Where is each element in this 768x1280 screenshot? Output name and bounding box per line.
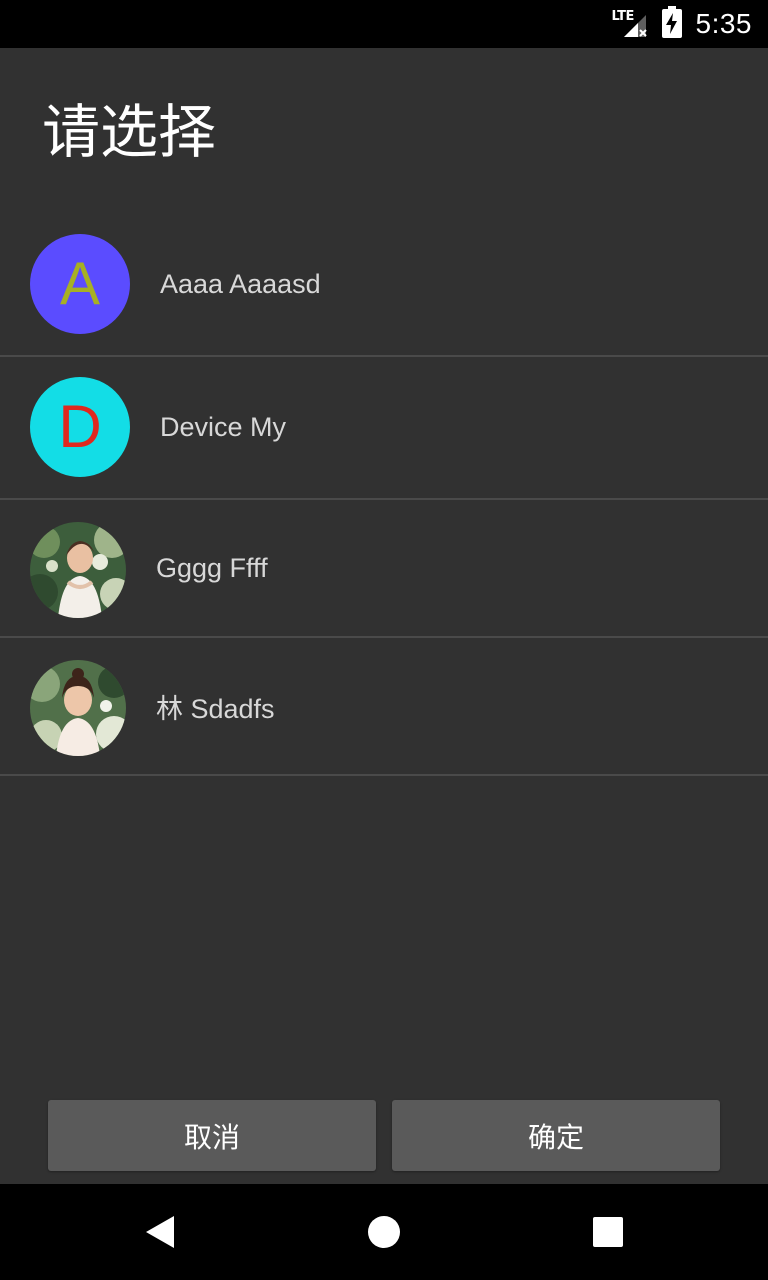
- photo-avatar: [30, 660, 126, 756]
- contact-list: A Aaaa Aaaasd D Device My Gggg Ffff 林 Sd…: [0, 214, 768, 776]
- contact-item-device[interactable]: D Device My: [0, 357, 768, 500]
- screen: LTE 5:35 请选择 A Aaaa Aaaasd D Device My G…: [0, 0, 768, 1280]
- avatar-letter: A: [59, 250, 101, 317]
- battery-charging-icon: [661, 6, 682, 42]
- contact-item-lin[interactable]: 林 Sdadfs: [0, 638, 768, 776]
- home-icon[interactable]: [352, 1200, 416, 1264]
- avatar: A: [30, 234, 130, 334]
- dialog-title: 请选择: [42, 98, 217, 166]
- lte-signal-icon: LTE: [612, 9, 648, 39]
- avatar-letter: D: [58, 393, 102, 460]
- cancel-button[interactable]: 取消: [48, 1100, 376, 1171]
- navigation-bar: [0, 1184, 768, 1280]
- contact-name: Aaaa Aaaasd: [160, 269, 321, 299]
- contact-item-gggg[interactable]: Gggg Ffff: [0, 500, 768, 638]
- photo-avatar: [30, 522, 126, 618]
- back-icon[interactable]: [128, 1200, 192, 1264]
- status-icons: LTE 5:35: [612, 0, 753, 48]
- clock: 5:35: [695, 8, 752, 39]
- recents-icon[interactable]: [576, 1200, 640, 1264]
- contact-item-aaaa[interactable]: A Aaaa Aaaasd: [0, 214, 768, 357]
- contact-name: 林 Sdadfs: [156, 693, 275, 724]
- contact-name: Gggg Ffff: [156, 552, 268, 583]
- status-bar: LTE 5:35: [0, 0, 768, 48]
- confirm-button[interactable]: 确定: [392, 1100, 720, 1171]
- contact-name: Device My: [160, 412, 287, 442]
- avatar: D: [30, 377, 130, 477]
